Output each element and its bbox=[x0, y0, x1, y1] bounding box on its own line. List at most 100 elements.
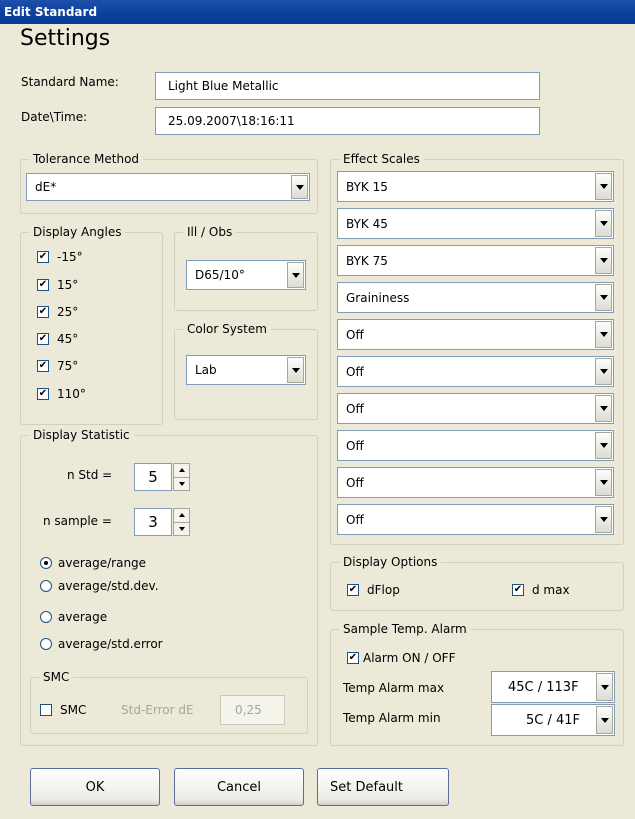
window-titlebar[interactable]: Edit Standard bbox=[0, 0, 635, 24]
angle-checkbox[interactable]: ✔ 110° bbox=[37, 387, 86, 401]
radio-average-std-dev[interactable]: average/std.dev. bbox=[40, 579, 159, 593]
ok-button[interactable]: OK bbox=[30, 768, 160, 806]
chevron-down-icon[interactable] bbox=[595, 210, 612, 237]
effect-scale-value: Off bbox=[346, 401, 364, 416]
dmax-checkbox[interactable]: ✔ d max bbox=[512, 583, 570, 597]
standard-name-label: Standard Name: bbox=[21, 75, 119, 89]
effect-scale-value: Off bbox=[346, 438, 364, 453]
chevron-down-icon[interactable] bbox=[595, 506, 612, 533]
spin-up-icon[interactable] bbox=[174, 509, 189, 522]
dflop-label: dFlop bbox=[367, 583, 400, 597]
effect-scale-dropdown[interactable]: BYK 45 bbox=[337, 208, 614, 239]
radio-average-range[interactable]: average/range bbox=[40, 556, 146, 570]
chevron-down-icon[interactable] bbox=[595, 321, 612, 348]
radio-average[interactable]: average bbox=[40, 610, 107, 624]
chevron-down-icon[interactable] bbox=[595, 432, 612, 459]
effect-scale-dropdown[interactable]: Off bbox=[337, 504, 614, 535]
angle-checkbox[interactable]: ✔ 75° bbox=[37, 359, 78, 373]
page-title: Settings bbox=[20, 26, 111, 51]
effect-scale-dropdown[interactable]: Off bbox=[337, 356, 614, 387]
radio-dot-icon bbox=[40, 557, 52, 569]
temp-alarm-max-label: Temp Alarm max bbox=[343, 681, 445, 695]
alarm-on-off-checkbox[interactable]: ✔ Alarm ON / OFF bbox=[347, 651, 455, 665]
n-sample-label: n sample = bbox=[43, 514, 112, 528]
effect-scale-value: BYK 75 bbox=[346, 253, 388, 268]
angle-checkbox[interactable]: ✔ -15° bbox=[37, 250, 83, 264]
checkmark-icon: ✔ bbox=[37, 251, 49, 263]
spin-up-icon[interactable] bbox=[174, 464, 189, 477]
temp-alarm-max-dropdown[interactable]: 45C / 113F bbox=[491, 671, 615, 703]
smc-legend: SMC bbox=[43, 670, 70, 684]
n-std-input[interactable]: 5 bbox=[134, 463, 172, 491]
display-angles-legend: Display Angles bbox=[33, 225, 122, 239]
chevron-down-icon[interactable] bbox=[287, 357, 304, 383]
n-std-spinner[interactable] bbox=[173, 463, 190, 491]
n-std-label: n Std = bbox=[67, 468, 113, 482]
temp-alarm-min-dropdown[interactable]: 5C / 41F bbox=[491, 704, 615, 736]
angle-label: 45° bbox=[57, 332, 79, 346]
date-time-field[interactable]: 25.09.2007\18:16:11 bbox=[155, 107, 540, 135]
angle-checkbox[interactable]: ✔ 25° bbox=[37, 305, 78, 319]
tolerance-method-dropdown[interactable]: dE* bbox=[26, 173, 310, 201]
std-error-field[interactable]: 0,25 bbox=[220, 695, 285, 725]
radio-average-std-error[interactable]: average/std.error bbox=[40, 637, 163, 651]
angle-label: -15° bbox=[57, 250, 83, 264]
cancel-button[interactable]: Cancel bbox=[174, 768, 304, 806]
effect-scale-dropdown[interactable]: BYK 15 bbox=[337, 171, 614, 202]
effect-scale-dropdown[interactable]: Graininess bbox=[337, 282, 614, 313]
standard-name-field[interactable]: Light Blue Metallic bbox=[155, 72, 540, 100]
spin-down-icon[interactable] bbox=[174, 521, 189, 536]
checkmark-icon: ✔ bbox=[37, 306, 49, 318]
effect-scale-dropdown[interactable]: Off bbox=[337, 319, 614, 350]
chevron-down-icon[interactable] bbox=[595, 284, 612, 311]
chevron-down-icon[interactable] bbox=[595, 247, 612, 274]
display-statistic-legend: Display Statistic bbox=[33, 428, 130, 442]
angle-label: 15° bbox=[57, 278, 79, 292]
effect-scale-dropdown[interactable]: Off bbox=[337, 467, 614, 498]
radio-empty-icon bbox=[40, 580, 52, 592]
chevron-down-icon[interactable] bbox=[595, 173, 612, 200]
chevron-down-icon[interactable] bbox=[291, 175, 308, 199]
dmax-label: d max bbox=[532, 583, 570, 597]
color-system-dropdown[interactable]: Lab bbox=[186, 355, 306, 385]
angle-checkbox[interactable]: ✔ 45° bbox=[37, 332, 78, 346]
checkmark-icon: ✔ bbox=[37, 360, 49, 372]
chevron-down-icon[interactable] bbox=[287, 262, 304, 288]
tolerance-method-value: dE* bbox=[35, 180, 57, 194]
ill-obs-value: D65/10° bbox=[195, 268, 245, 282]
spin-down-icon[interactable] bbox=[174, 476, 189, 491]
angle-checkbox[interactable]: ✔ 15° bbox=[37, 278, 78, 292]
checkmark-icon: ✔ bbox=[37, 333, 49, 345]
effect-scales-legend: Effect Scales bbox=[343, 152, 420, 166]
chevron-down-icon[interactable] bbox=[596, 706, 613, 734]
angle-label: 75° bbox=[57, 359, 79, 373]
checkmark-icon: ✔ bbox=[347, 584, 359, 596]
radio-empty-icon bbox=[40, 611, 52, 623]
radio-label: average/range bbox=[58, 556, 147, 570]
ill-obs-legend: Ill / Obs bbox=[187, 225, 233, 239]
ill-obs-dropdown[interactable]: D65/10° bbox=[186, 260, 306, 290]
checkmark-icon: ✔ bbox=[512, 584, 524, 596]
checkmark-icon: ✔ bbox=[37, 279, 49, 291]
n-sample-spinner[interactable] bbox=[173, 508, 190, 536]
effect-scale-dropdown[interactable]: Off bbox=[337, 393, 614, 424]
effect-scale-value: Off bbox=[346, 475, 364, 490]
smc-checkbox-label: SMC bbox=[60, 703, 87, 717]
effect-scale-value: Off bbox=[346, 364, 364, 379]
temp-alarm-min-value: 5C / 41F bbox=[526, 712, 581, 728]
alarm-on-off-label: Alarm ON / OFF bbox=[363, 651, 456, 665]
effect-scale-dropdown[interactable]: Off bbox=[337, 430, 614, 461]
angle-label: 110° bbox=[57, 387, 86, 401]
effect-scale-dropdown[interactable]: BYK 75 bbox=[337, 245, 614, 276]
set-default-button[interactable]: Set Default bbox=[317, 768, 449, 806]
chevron-down-icon[interactable] bbox=[595, 358, 612, 385]
chevron-down-icon[interactable] bbox=[596, 673, 613, 701]
dflop-checkbox[interactable]: ✔ dFlop bbox=[347, 583, 400, 597]
n-sample-input[interactable]: 3 bbox=[134, 508, 172, 536]
temp-alarm-min-label: Temp Alarm min bbox=[343, 711, 441, 725]
checkmark-icon: ✔ bbox=[37, 388, 49, 400]
chevron-down-icon[interactable] bbox=[595, 469, 612, 496]
smc-checkbox[interactable]: SMC bbox=[40, 703, 86, 717]
chevron-down-icon[interactable] bbox=[595, 395, 612, 422]
std-error-label: Std-Error dE bbox=[121, 703, 194, 717]
